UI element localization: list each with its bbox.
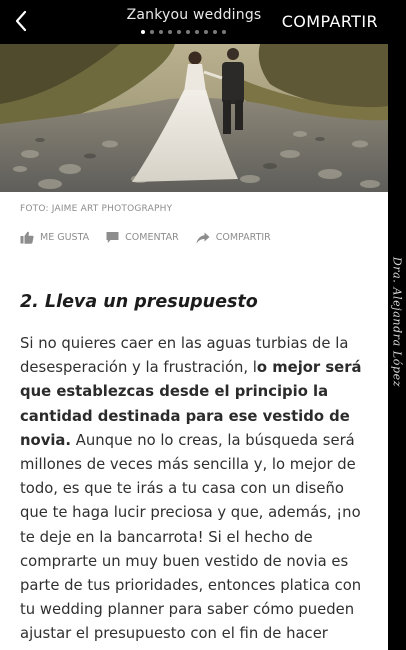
thumbs-up-icon — [20, 231, 34, 244]
article-paragraph: Si no quieres caer en las aguas turbias … — [20, 332, 372, 650]
comment-icon — [106, 232, 119, 243]
share-arrow-icon — [196, 232, 210, 243]
top-bar: Zankyou weddings COMPARTIR — [0, 0, 406, 44]
pager-dot — [186, 30, 190, 34]
paragraph-text-rest: Aunque no lo creas, la búsqueda será mil… — [20, 431, 362, 650]
pager-dot — [150, 30, 154, 34]
pager-dot — [177, 30, 181, 34]
photo-credit: FOTO: JAIME ART PHOTOGRAPHY — [20, 204, 173, 214]
share-article-button[interactable]: COMPARTIR — [196, 232, 271, 244]
pager-dot — [168, 30, 172, 34]
comment-label: COMENTAR — [125, 232, 179, 243]
pager-dot — [159, 30, 163, 34]
pager-dot — [195, 30, 199, 34]
like-label: ME GUSTA — [40, 232, 90, 243]
article-card: FOTO: JAIME ART PHOTOGRAPHY ME GUSTA COM… — [0, 192, 388, 650]
pager-dot — [204, 30, 208, 34]
gallery-pager-dots — [141, 30, 226, 36]
share-button[interactable]: COMPARTIR — [282, 12, 378, 31]
article-heading: 2. Lleva un presupuesto — [20, 292, 258, 312]
wedding-photo — [0, 44, 388, 192]
pager-dot — [141, 30, 145, 34]
photographer-signature: Dra. Alejandra López — [390, 256, 404, 388]
share-label: COMPARTIR — [215, 232, 271, 243]
like-button[interactable]: ME GUSTA — [20, 231, 89, 244]
pager-dot — [213, 30, 217, 34]
pager-dot — [222, 30, 226, 34]
comment-button[interactable]: COMENTAR — [106, 231, 179, 244]
action-bar: ME GUSTA COMENTAR COMPARTIR — [20, 231, 288, 244]
